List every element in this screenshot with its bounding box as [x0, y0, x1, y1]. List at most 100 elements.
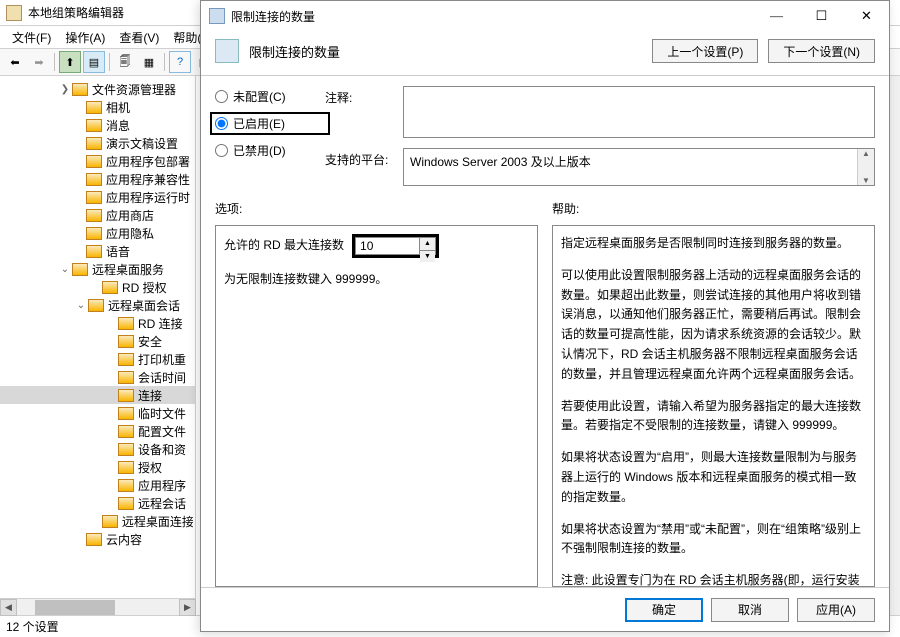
spinner-up[interactable]: ▲ — [420, 238, 435, 251]
radio-not-configured-label: 未配置(C) — [233, 88, 286, 105]
dialog-titlebar[interactable]: 限制连接的数量 — ☐ ✕ — [201, 1, 889, 31]
next-setting-button[interactable]: 下一个设置(N) — [768, 39, 875, 63]
nav-tree[interactable]: ❯文件资源管理器相机消息演示文稿设置应用程序包部署应用程序兼容性应用程序运行时应… — [0, 76, 196, 615]
radio-enabled-label: 已启用(E) — [233, 115, 285, 132]
toolbar-export[interactable]: ▦ — [138, 51, 160, 73]
spinner-down[interactable]: ▼ — [420, 251, 435, 263]
max-connections-spinner[interactable]: ▲ ▼ — [352, 234, 439, 258]
platform-field: Windows Server 2003 及以上版本 ▲▼ — [403, 148, 875, 186]
tree-label: 应用商店 — [106, 207, 154, 224]
toolbar-refresh[interactable]: 🗐 — [114, 51, 136, 73]
tree-twisty[interactable]: ⌄ — [58, 264, 72, 275]
tree-item[interactable]: 授权 — [0, 458, 195, 476]
apply-button[interactable]: 应用(A) — [797, 598, 875, 622]
tree-item[interactable]: 临时文件 — [0, 404, 195, 422]
menu-action[interactable]: 操作(A) — [59, 27, 111, 48]
folder-icon — [86, 173, 102, 186]
tree-label: 会话时间 — [138, 369, 186, 386]
max-connections-input[interactable] — [355, 237, 419, 255]
tree-item[interactable]: 会话时间 — [0, 368, 195, 386]
toolbar-sep2 — [109, 53, 110, 71]
help-paragraph: 注意: 此设置专门为在 RD 会话主机服务器(即，运行安装有远程桌面会话主机角色… — [561, 571, 866, 587]
toolbar-help[interactable]: ? — [169, 51, 191, 73]
toolbar-list[interactable]: ▤ — [83, 51, 105, 73]
folder-icon — [86, 245, 102, 258]
tree-item[interactable]: 配置文件 — [0, 422, 195, 440]
tree-label: 远程桌面会话 — [108, 297, 180, 314]
toolbar-forward[interactable]: ➡ — [28, 51, 50, 73]
tree-label: RD 连接 — [138, 315, 183, 332]
tree-twisty[interactable]: ⌄ — [74, 300, 88, 311]
hscroll-right[interactable]: ▶ — [179, 599, 196, 616]
tree-item[interactable]: 应用程序兼容性 — [0, 170, 195, 188]
radio-enabled[interactable]: 已启用(E) — [215, 115, 285, 132]
close-button[interactable]: ✕ — [844, 2, 889, 30]
folder-icon — [86, 101, 102, 114]
tree-label: 消息 — [106, 117, 130, 134]
cancel-button[interactable]: 取消 — [711, 598, 789, 622]
menu-file[interactable]: 文件(F) — [6, 27, 57, 48]
hscroll-left[interactable]: ◀ — [0, 599, 17, 616]
folder-icon — [86, 155, 102, 168]
ok-button[interactable]: 确定 — [625, 598, 703, 622]
menu-view[interactable]: 查看(V) — [113, 27, 165, 48]
help-paragraph: 如果将状态设置为“禁用”或“未配置”，则在“组策略”级别上不强制限制连接的数量。 — [561, 520, 866, 560]
tree-item[interactable]: RD 连接 — [0, 314, 195, 332]
tree-item[interactable]: 演示文稿设置 — [0, 134, 195, 152]
tree-item[interactable]: 应用商店 — [0, 206, 195, 224]
tree-item[interactable]: ❯文件资源管理器 — [0, 80, 195, 98]
tree-item[interactable]: 应用程序 — [0, 476, 195, 494]
tree-item[interactable]: 设备和资 — [0, 440, 195, 458]
tree-item[interactable]: 安全 — [0, 332, 195, 350]
folder-icon — [102, 515, 118, 528]
comment-field[interactable] — [403, 86, 875, 138]
tree-label: 应用程序包部署 — [106, 153, 190, 170]
tree-item[interactable]: 应用程序运行时 — [0, 188, 195, 206]
radio-not-configured-input[interactable] — [215, 90, 228, 103]
tree-item[interactable]: ⌄远程桌面服务 — [0, 260, 195, 278]
help-column: 帮助: 指定远程桌面服务是否限制同时连接到服务器的数量。可以使用此设置限制服务器… — [552, 200, 875, 587]
minimize-button[interactable]: — — [754, 2, 799, 30]
tree-item[interactable]: 应用隐私 — [0, 224, 195, 242]
tree-item[interactable]: 语音 — [0, 242, 195, 260]
folder-icon — [118, 335, 134, 348]
tree-hscroll[interactable]: ◀ ▶ — [0, 598, 196, 615]
spinner-buttons[interactable]: ▲ ▼ — [419, 237, 436, 255]
folder-icon — [72, 263, 88, 276]
radio-not-configured[interactable]: 未配置(C) — [215, 88, 325, 105]
tree-label: 远程会话 — [138, 495, 186, 512]
tree-label: 演示文稿设置 — [106, 135, 178, 152]
folder-icon — [118, 317, 134, 330]
platform-vscroll[interactable]: ▲▼ — [857, 149, 874, 185]
folder-icon — [88, 299, 104, 312]
radio-disabled[interactable]: 已禁用(D) — [215, 142, 325, 159]
folder-icon — [86, 119, 102, 132]
tree-label: 相机 — [106, 99, 130, 116]
options-column: 选项: 允许的 RD 最大连接数 ▲ ▼ 为无限制连接数键入 999999。 — [215, 200, 538, 587]
tree-twisty[interactable]: ❯ — [58, 84, 72, 95]
tree-item[interactable]: 应用程序包部署 — [0, 152, 195, 170]
tree-item[interactable]: 消息 — [0, 116, 195, 134]
maximize-button[interactable]: ☐ — [799, 2, 844, 30]
tree-item[interactable]: 打印机重 — [0, 350, 195, 368]
dialog-header: 限制连接的数量 上一个设置(P) 下一个设置(N) — [201, 31, 889, 76]
toolbar-back[interactable]: ⬅ — [4, 51, 26, 73]
platform-label: 支持的平台: — [325, 148, 393, 186]
tree-item[interactable]: RD 授权 — [0, 278, 195, 296]
radio-disabled-input[interactable] — [215, 144, 228, 157]
tree-item[interactable]: 远程会话 — [0, 494, 195, 512]
state-radios: 未配置(C) 已启用(E) 已禁用(D) — [215, 86, 325, 159]
radio-enabled-input[interactable] — [215, 117, 228, 130]
tree-label: 设备和资 — [138, 441, 186, 458]
prev-setting-button[interactable]: 上一个设置(P) — [652, 39, 758, 63]
radio-enabled-highlight: 已启用(E) — [210, 112, 330, 135]
hscroll-thumb[interactable] — [35, 600, 115, 615]
tree-item[interactable]: ⌄ 远程桌面会话 — [0, 296, 195, 314]
tree-item[interactable]: 云内容 — [0, 530, 195, 548]
tree-item[interactable]: 相机 — [0, 98, 195, 116]
toolbar-up[interactable]: ⬆ — [59, 51, 81, 73]
folder-icon — [118, 479, 134, 492]
tree-item[interactable]: 连接 — [0, 386, 195, 404]
tree-label: 安全 — [138, 333, 162, 350]
tree-item[interactable]: 远程桌面连接 — [0, 512, 195, 530]
